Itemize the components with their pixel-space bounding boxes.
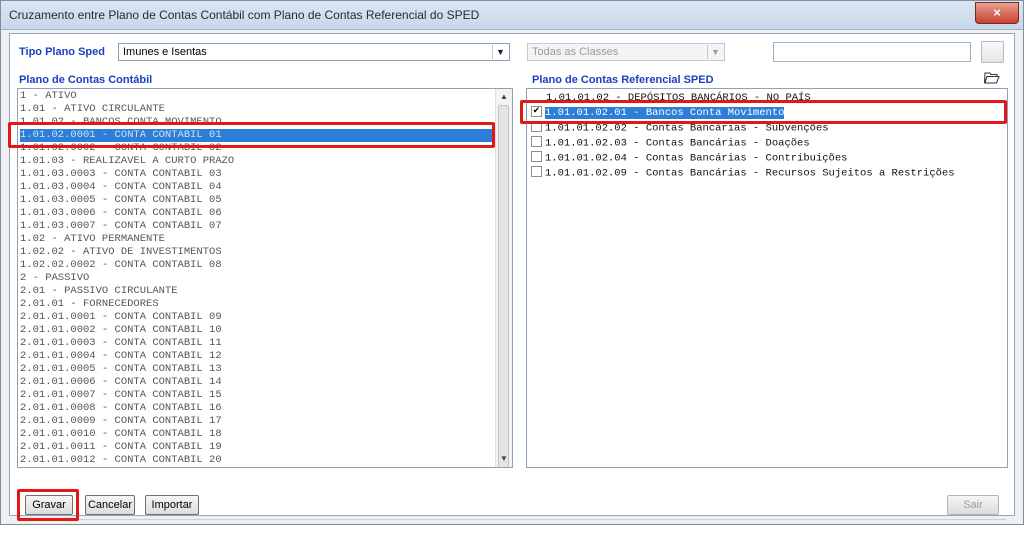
list-item[interactable]: 2.01.01.0011 - CONTA CONTABIL 19 bbox=[20, 441, 494, 454]
referencial-item-label: 1.01.01.02.02 - Contas Bancárias - Subve… bbox=[545, 122, 829, 135]
list-item[interactable]: 2.01.01 - FORNECEDORES bbox=[20, 298, 494, 311]
search-button[interactable] bbox=[981, 41, 1004, 63]
list-item[interactable]: 2.01.01.0008 - CONTA CONTABIL 16 bbox=[20, 402, 494, 415]
search-input[interactable] bbox=[773, 42, 971, 62]
list-item[interactable]: 2.01.01.0004 - CONTA CONTABIL 12 bbox=[20, 350, 494, 363]
list-item[interactable]: 2.01.01.0007 - CONTA CONTABIL 15 bbox=[20, 389, 494, 402]
list-item[interactable]: 1.01 - ATIVO CIRCULANTE bbox=[20, 103, 494, 116]
list-item[interactable]: 1.01.03 - REALIZAVEL A CURTO PRAZO bbox=[20, 155, 494, 168]
classes-select[interactable]: Todas as Classes ▼ bbox=[527, 43, 725, 61]
list-item[interactable]: 2.01.01.0010 - CONTA CONTABIL 18 bbox=[20, 428, 494, 441]
list-item[interactable]: 1.01.03.0006 - CONTA CONTABIL 06 bbox=[20, 207, 494, 220]
right-panel-heading: Plano de Contas Referencial SPED bbox=[532, 74, 714, 86]
referencial-item[interactable]: 1.01.01.02.03 - Contas Bancárias - Doaçõ… bbox=[529, 136, 1005, 150]
referencial-item[interactable]: 1.01.01.02.04 - Contas Bancárias - Contr… bbox=[529, 151, 1005, 165]
list-item[interactable]: 1.01.03.0007 - CONTA CONTABIL 07 bbox=[20, 220, 494, 233]
window-title: Cruzamento entre Plano de Contas Contábi… bbox=[9, 8, 480, 22]
referencial-item-label: 1.01.01.02.04 - Contas Bancárias - Contr… bbox=[545, 152, 848, 165]
close-icon: × bbox=[993, 5, 1001, 20]
list-item[interactable]: 1.01.03.0005 - CONTA CONTABIL 05 bbox=[20, 194, 494, 207]
list-item[interactable]: 1.02.02.0002 - CONTA CONTABIL 08 bbox=[20, 259, 494, 272]
left-panel-heading: Plano de Contas Contábil bbox=[19, 74, 153, 86]
list-item[interactable]: 2.01.01.0001 - CONTA CONTABIL 09 bbox=[20, 311, 494, 324]
scroll-down-icon[interactable]: ▼ bbox=[496, 452, 512, 466]
cancelar-button[interactable]: Cancelar bbox=[85, 495, 135, 515]
scroll-up-icon[interactable]: ▲ bbox=[496, 90, 512, 104]
list-item[interactable]: 2.01 - PASSIVO CIRCULANTE bbox=[20, 285, 494, 298]
sair-button[interactable]: Sair bbox=[947, 495, 999, 515]
list-item[interactable]: 2 - PASSIVO bbox=[20, 272, 494, 285]
client-area: Tipo Plano Sped Imunes e Isentas ▼ Todas… bbox=[8, 33, 1015, 520]
chevron-down-icon[interactable]: ▼ bbox=[492, 45, 508, 59]
importar-button[interactable]: Importar bbox=[145, 495, 199, 515]
checkbox[interactable] bbox=[531, 136, 542, 147]
importar-label: Importar bbox=[151, 499, 193, 511]
list-item[interactable]: 2.01.01.0005 - CONTA CONTABIL 13 bbox=[20, 363, 494, 376]
plano-referencial-list[interactable]: 1.01.01.02 - DEPÓSITOS BANCÁRIOS - NO PA… bbox=[526, 88, 1008, 468]
highlight-box-left bbox=[8, 122, 495, 148]
referencial-item-label: 1.01.01.02.03 - Contas Bancárias - Doaçõ… bbox=[545, 137, 810, 150]
highlight-box-gravar bbox=[17, 489, 79, 521]
folder-open-icon[interactable] bbox=[984, 72, 1000, 84]
tipo-plano-value: Imunes e Isentas bbox=[123, 46, 207, 58]
tipo-plano-select[interactable]: Imunes e Isentas ▼ bbox=[118, 43, 510, 61]
list-item[interactable]: 1.02.02 - ATIVO DE INVESTIMENTOS bbox=[20, 246, 494, 259]
cancelar-label: Cancelar bbox=[87, 499, 133, 511]
highlight-box-right bbox=[520, 100, 1007, 124]
sair-label: Sair bbox=[963, 499, 983, 511]
list-item[interactable]: 2.01.01.0012 - CONTA CONTABIL 20 bbox=[20, 454, 494, 467]
list-item[interactable]: 2.01.01.0006 - CONTA CONTABIL 14 bbox=[20, 376, 494, 389]
list-item[interactable]: 1.02 - ATIVO PERMANENTE bbox=[20, 233, 494, 246]
close-button[interactable]: × bbox=[975, 2, 1019, 24]
classes-value: Todas as Classes bbox=[532, 46, 619, 58]
referencial-item[interactable]: 1.01.01.02.09 - Contas Bancárias - Recur… bbox=[529, 166, 1005, 180]
list-item[interactable]: 2.01.01.0003 - CONTA CONTABIL 11 bbox=[20, 337, 494, 350]
checkbox[interactable] bbox=[531, 151, 542, 162]
referencial-item-label: 1.01.01.02.09 - Contas Bancárias - Recur… bbox=[545, 167, 955, 180]
list-item[interactable]: 1.01.03.0004 - CONTA CONTABIL 04 bbox=[20, 181, 494, 194]
list-item[interactable]: 2.01.01.0002 - CONTA CONTABIL 10 bbox=[20, 324, 494, 337]
list-item[interactable]: 1 - ATIVO bbox=[20, 90, 494, 103]
tipo-plano-label: Tipo Plano Sped bbox=[19, 46, 105, 58]
chevron-down-icon[interactable]: ▼ bbox=[707, 45, 723, 59]
dialog-window: Cruzamento entre Plano de Contas Contábi… bbox=[0, 0, 1024, 525]
list-item[interactable]: 2.01.01.0009 - CONTA CONTABIL 17 bbox=[20, 415, 494, 428]
scroll-thumb[interactable] bbox=[498, 105, 509, 467]
checkbox[interactable] bbox=[531, 166, 542, 177]
button-bar bbox=[18, 519, 1006, 548]
left-list-scrollbar[interactable]: ▲ ▼ bbox=[495, 89, 512, 467]
list-item[interactable]: 1.01.03.0003 - CONTA CONTABIL 03 bbox=[20, 168, 494, 181]
title-bar: Cruzamento entre Plano de Contas Contábi… bbox=[1, 1, 1023, 30]
